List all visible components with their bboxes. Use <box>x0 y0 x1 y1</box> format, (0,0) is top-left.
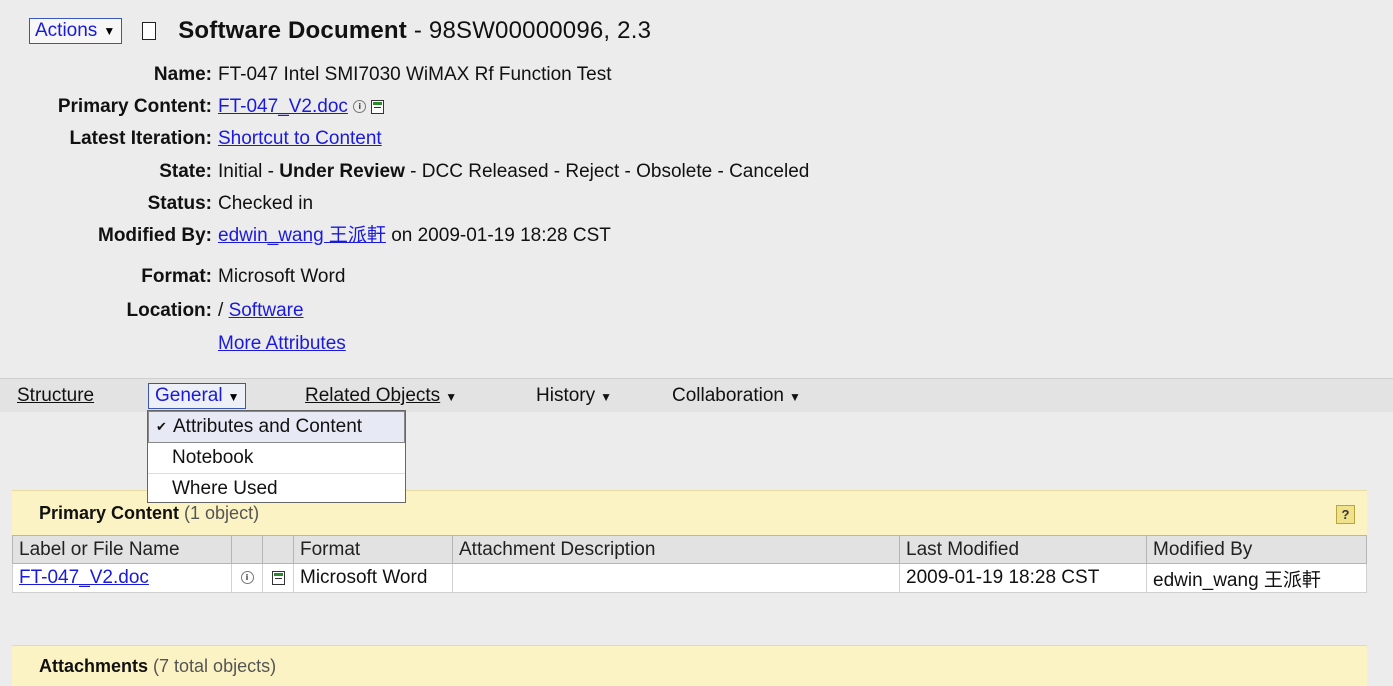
chevron-down-icon: ▼ <box>227 390 240 404</box>
more-attributes-link[interactable]: More Attributes <box>218 333 346 354</box>
attachments-title: Attachments <box>39 656 149 676</box>
location-prefix: / <box>218 300 229 321</box>
attachments-header: Attachments (7 total objects) <box>12 645 1367 686</box>
menu-item-notebook[interactable]: Notebook <box>148 443 405 474</box>
menu-item-attributes-and-content[interactable]: ✔ Attributes and Content <box>148 411 405 443</box>
help-icon[interactable]: ? <box>1336 505 1355 524</box>
state-current: Under Review <box>279 161 405 182</box>
modified-by-user-link[interactable]: edwin_wang 王派軒 <box>218 225 386 246</box>
menu-item-label: Notebook <box>172 447 254 468</box>
column-header-last-modified[interactable]: Last Modified <box>899 535 1147 564</box>
column-header-icon <box>262 535 294 564</box>
tab-related-objects-label: Related Objects <box>305 385 441 406</box>
state-value: Initial - Under Review - DCC Released - … <box>218 156 809 188</box>
title-type: Software Document <box>178 17 407 44</box>
tab-collaboration[interactable]: Collaboration ▼ <box>672 379 801 412</box>
menu-item-label: Where Used <box>172 478 278 499</box>
primary-content-label: Primary Content: <box>57 96 212 117</box>
cell-last-modified: 2009-01-19 18:28 CST <box>899 563 1147 593</box>
modified-by-label: Modified By: <box>98 225 212 246</box>
tab-structure[interactable]: Structure <box>17 379 94 412</box>
tab-history-label: History <box>536 385 596 406</box>
location-software-link[interactable]: Software <box>229 300 304 321</box>
latest-iteration-label: Latest Iteration: <box>69 128 212 149</box>
cell-modified-by: edwin_wang 王派軒 <box>1146 563 1367 593</box>
column-header-label[interactable]: Label or File Name <box>12 535 232 564</box>
menu-item-where-used[interactable]: Where Used <box>148 474 405 504</box>
state-label: State: <box>159 161 212 182</box>
panel-count: (1 object) <box>179 503 260 523</box>
tab-collaboration-label: Collaboration <box>672 385 784 406</box>
file-link[interactable]: FT-047_V2.doc <box>19 567 149 588</box>
tab-general[interactable]: General ▼ <box>148 383 246 409</box>
attachments-count: (7 total objects) <box>148 656 277 676</box>
name-value: FT-047 Intel SMI7030 WiMAX Rf Function T… <box>218 64 612 85</box>
status-value: Checked in <box>218 193 314 214</box>
cell-info: i <box>231 563 263 593</box>
primary-content-value-wrap: FT-047_V2.doc i <box>218 91 385 123</box>
cell-format: Microsoft Word <box>293 563 453 593</box>
chevron-down-icon: ▼ <box>788 390 801 404</box>
checkmark-icon: ✔ <box>156 419 167 434</box>
info-icon[interactable]: i <box>240 571 254 585</box>
column-header-info <box>231 535 263 564</box>
tab-bar: Structure General ▼ Related Objects ▼ Hist… <box>0 378 1393 412</box>
word-document-icon[interactable] <box>371 99 385 114</box>
column-header-description[interactable]: Attachment Description <box>452 535 900 564</box>
column-header-format[interactable]: Format <box>293 535 453 564</box>
panel-title: Primary Content (1 object) <box>39 503 259 524</box>
info-icon[interactable]: i <box>353 100 367 114</box>
format-label: Format: <box>141 266 212 287</box>
menu-item-label: Attributes and Content <box>173 416 363 437</box>
tab-history[interactable]: History ▼ <box>536 379 612 412</box>
state-before: Initial - <box>218 161 280 182</box>
shortcut-to-content-link[interactable]: Shortcut to Content <box>218 128 382 149</box>
tab-general-label: General <box>155 385 223 406</box>
title-id: - 98SW00000096, 2.3 <box>406 17 652 44</box>
document-icon <box>142 22 157 40</box>
format-value: Microsoft Word <box>218 266 346 287</box>
primary-content-panel: Primary Content (1 object) ? Label or Fi… <box>12 490 1367 593</box>
column-header-modified-by[interactable]: Modified By <box>1146 535 1367 564</box>
word-document-icon[interactable] <box>271 570 285 585</box>
actions-label: Actions <box>35 20 98 41</box>
page-title: Software Document - 98SW00000096, 2.3 <box>178 17 651 45</box>
page-header: Actions ▼ Software Document - 98SW000000… <box>29 14 651 48</box>
chevron-down-icon: ▼ <box>103 24 116 38</box>
chevron-down-icon: ▼ <box>600 390 613 404</box>
state-after: - DCC Released - Reject - Obsolete - Can… <box>404 161 810 182</box>
modified-by-date: on 2009-01-19 18:28 CST <box>385 225 611 246</box>
primary-content-table: Label or File Name Format Attachment Des… <box>12 535 1367 593</box>
name-label: Name: <box>153 64 212 85</box>
cell-icon <box>262 563 294 593</box>
status-label: Status: <box>147 193 212 214</box>
location-label: Location: <box>126 300 213 321</box>
tab-related-objects[interactable]: Related Objects ▼ <box>305 379 457 412</box>
primary-content-link[interactable]: FT-047_V2.doc <box>218 96 348 117</box>
panel-title-text: Primary Content <box>39 503 180 523</box>
actions-menu-button[interactable]: Actions ▼ <box>29 18 123 44</box>
table-header-row: Label or File Name Format Attachment Des… <box>12 535 1367 564</box>
chevron-down-icon: ▼ <box>445 390 458 404</box>
cell-file: FT-047_V2.doc <box>12 563 232 593</box>
cell-description <box>452 563 900 593</box>
table-row: FT-047_V2.doc i Microsoft Word 2009-01-1… <box>12 563 1367 593</box>
panel-title: Attachments (7 total objects) <box>39 656 276 677</box>
general-dropdown-menu: ✔ Attributes and Content Notebook Where … <box>147 410 406 503</box>
